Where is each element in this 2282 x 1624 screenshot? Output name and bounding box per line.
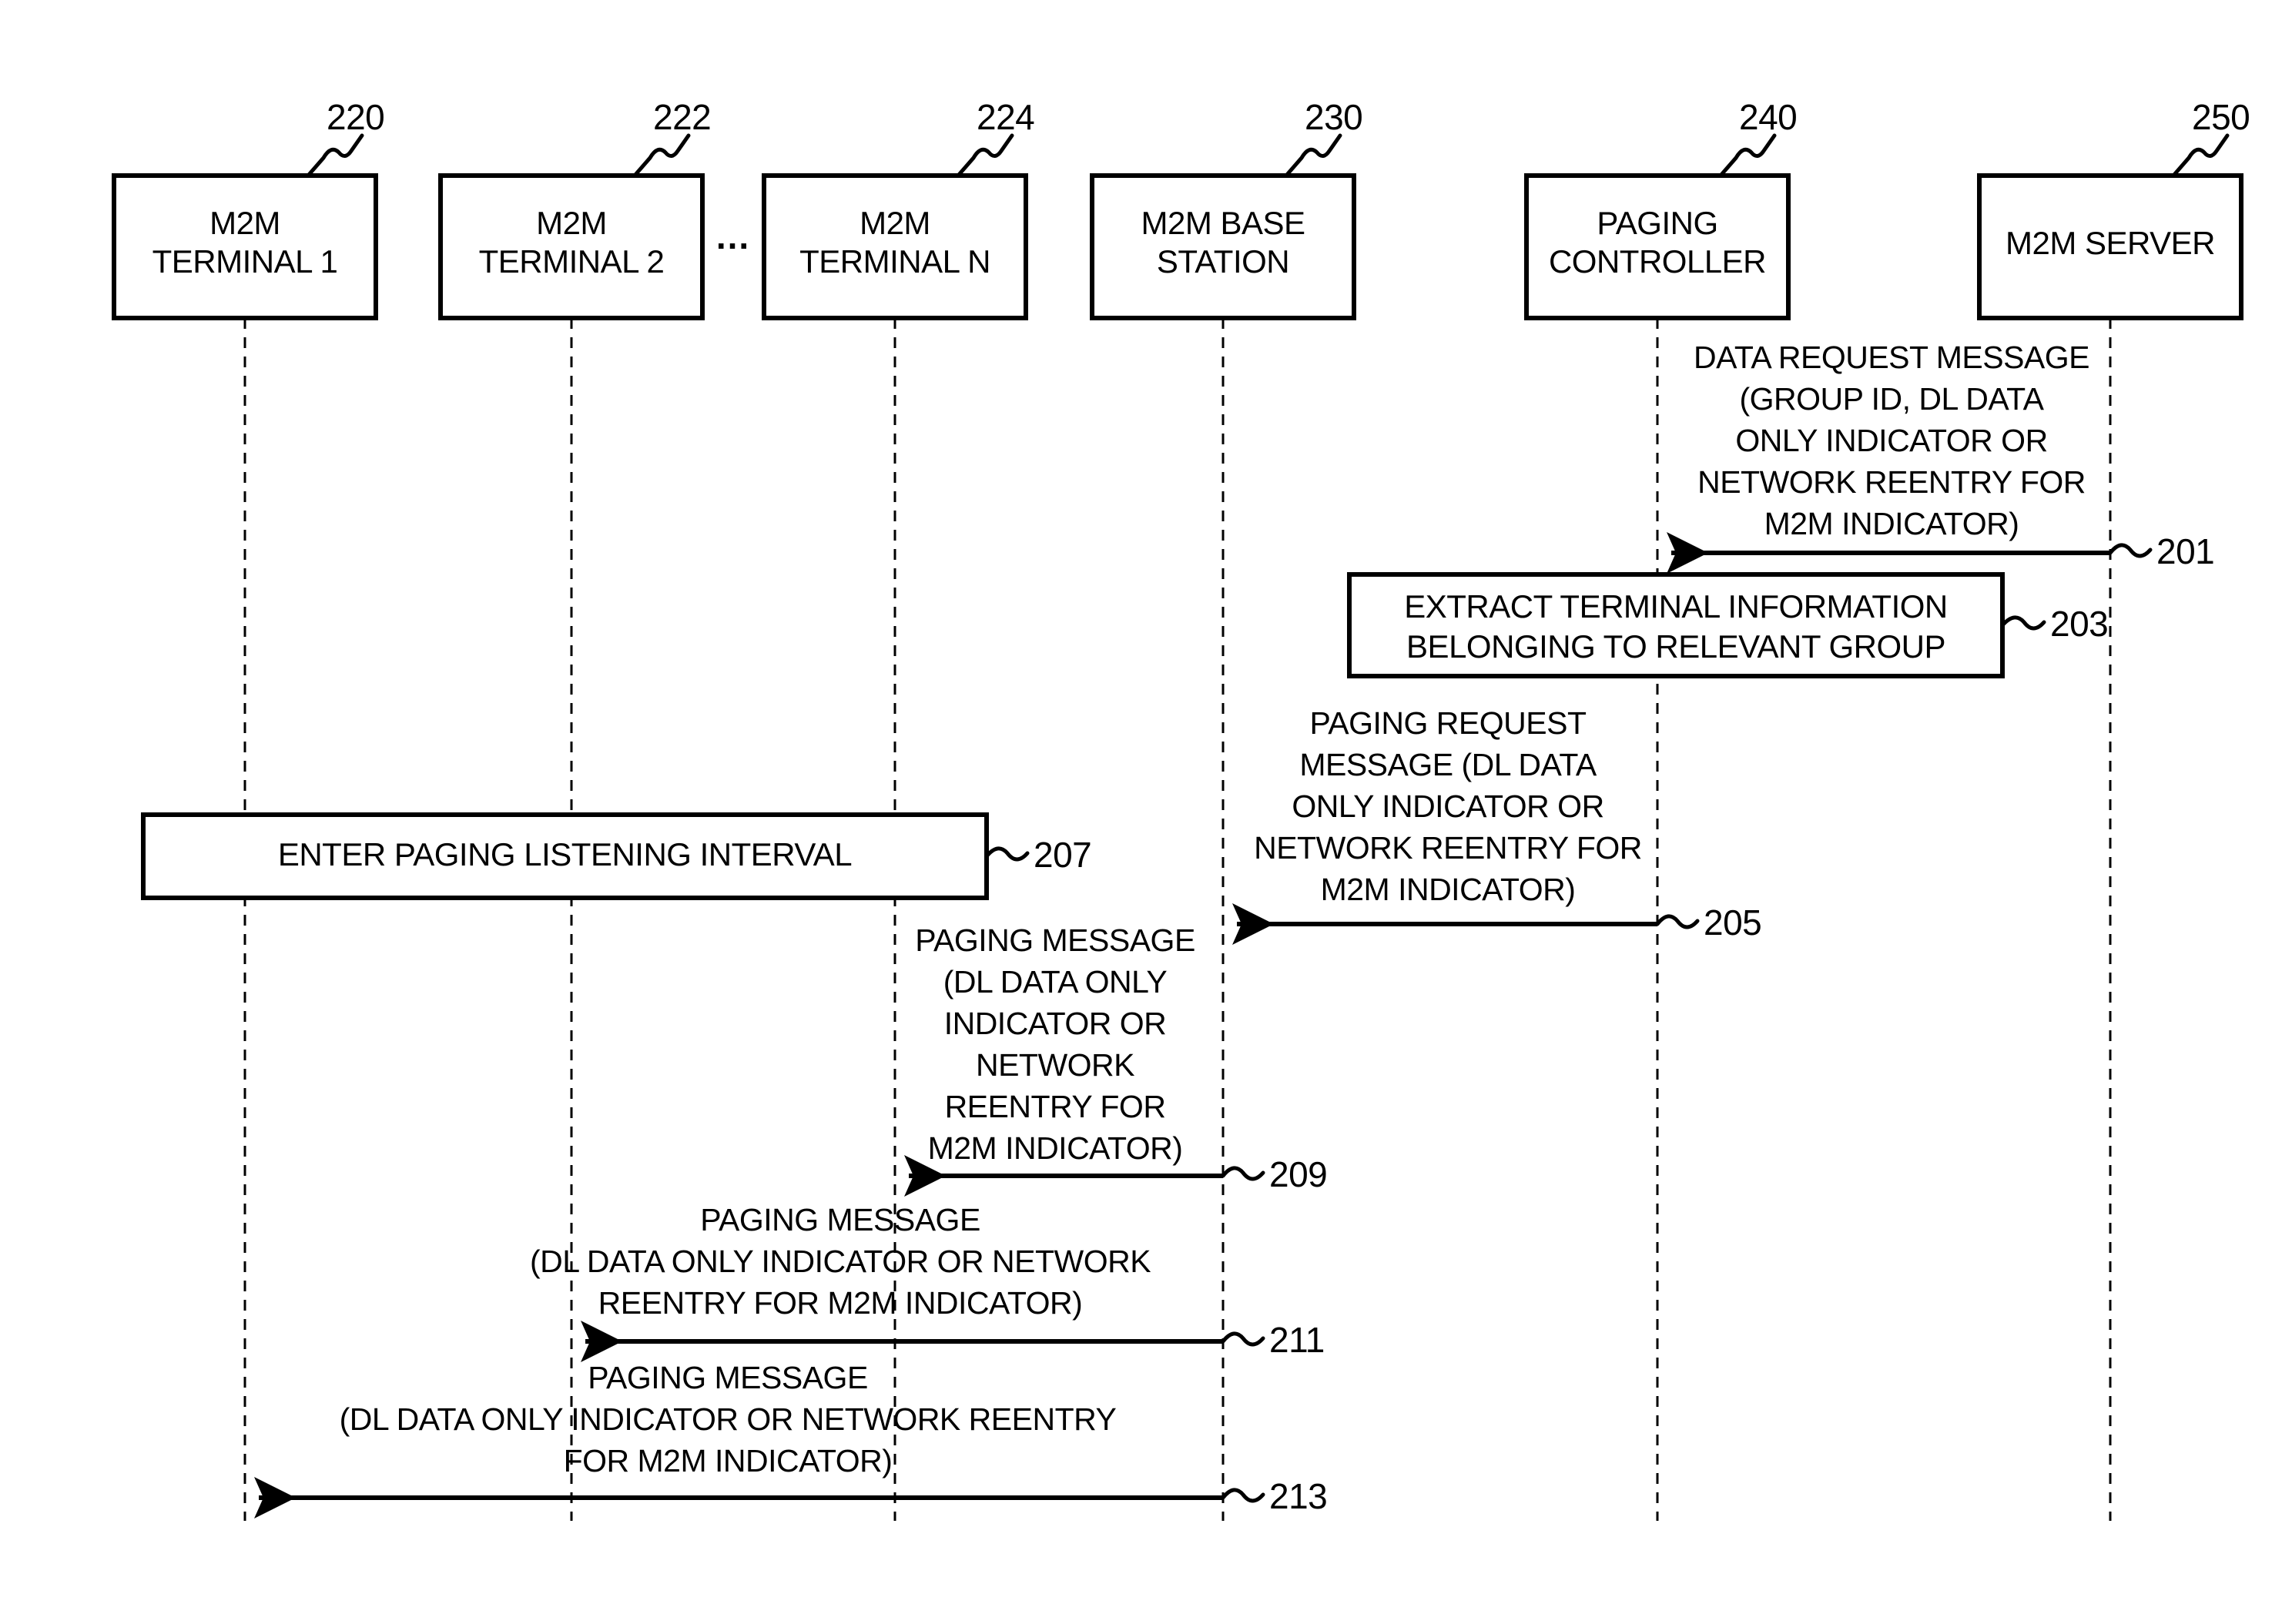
message-201-line2: (GROUP ID, DL DATA [1739, 381, 2044, 417]
node-label-terminal1-line1: M2M [209, 205, 280, 241]
ref-number-250: 250 [2192, 97, 2250, 137]
node-label-terminal2-line1: M2M [536, 205, 607, 241]
message-209-line3: INDICATOR OR [943, 1006, 1167, 1041]
leader-203 [2000, 615, 2046, 631]
message-209-line2: (DL DATA ONLY [943, 964, 1168, 1000]
node-label-base-station-line1: M2M BASE [1141, 205, 1305, 241]
message-205-line3: ONLY INDICATOR OR [1292, 789, 1604, 824]
message-209-line5: REENTRY FOR [944, 1089, 1166, 1124]
ref-number-211: 211 [1269, 1320, 1325, 1360]
leader-213 [1221, 1488, 1265, 1503]
ref-number-201: 201 [2156, 531, 2215, 571]
leader-220 [306, 133, 364, 178]
process-203-line1: EXTRACT TERMINAL INFORMATION [1404, 588, 1948, 624]
ref-number-203: 203 [2050, 604, 2109, 644]
message-209-line6: M2M INDICATOR) [927, 1130, 1183, 1166]
message-211-line1: PAGING MESSAGE [700, 1202, 980, 1237]
ref-number-224: 224 [977, 97, 1035, 137]
message-205-line1: PAGING REQUEST [1309, 705, 1587, 741]
leader-240 [1718, 133, 1777, 178]
node-label-paging-controller-line1: PAGING [1597, 205, 1718, 241]
leader-250 [2171, 133, 2230, 178]
ref-number-205: 205 [1704, 902, 1762, 943]
message-209-line4: NETWORK [975, 1047, 1135, 1083]
leader-207 [984, 846, 1030, 862]
ref-number-209: 209 [1269, 1154, 1328, 1194]
process-203-line2: BELONGING TO RELEVANT GROUP [1406, 628, 1945, 665]
node-label-terminalN-line1: M2M [860, 205, 930, 241]
node-label-base-station-line2: STATION [1156, 243, 1290, 280]
message-205-line2: MESSAGE (DL DATA [1299, 747, 1597, 782]
message-211-line3: REENTRY FOR M2M INDICATOR) [598, 1285, 1083, 1321]
message-213-line3: FOR M2M INDICATOR) [563, 1443, 893, 1478]
ref-number-213: 213 [1269, 1476, 1328, 1516]
node-label-terminal2-line2: TERMINAL 2 [478, 243, 665, 280]
leader-201 [2108, 543, 2153, 558]
node-label-m2m-server-line1: M2M SERVER [2006, 225, 2215, 261]
leader-205 [1655, 914, 1700, 929]
ref-number-220: 220 [327, 97, 385, 137]
node-leader-group [306, 133, 2230, 178]
leader-209 [1221, 1166, 1265, 1181]
ref-number-207: 207 [1034, 835, 1092, 875]
leader-222 [632, 133, 691, 178]
ellipsis-between-terminals: ... [715, 216, 751, 256]
message-211-line2: (DL DATA ONLY INDICATOR OR NETWORK [529, 1244, 1151, 1279]
leader-230 [1284, 133, 1342, 178]
figure-canvas: 220 222 224 230 240 250 M2M TERMINAL 1 M… [0, 0, 2282, 1624]
ref-number-240: 240 [1739, 97, 1798, 137]
message-201-line5: M2M INDICATOR) [1764, 506, 2019, 541]
ref-number-230: 230 [1305, 97, 1363, 137]
message-213-line1: PAGING MESSAGE [588, 1360, 868, 1395]
node-label-paging-controller-line2: CONTROLLER [1548, 243, 1767, 280]
message-205-line4: NETWORK REENTRY FOR [1254, 830, 1642, 866]
node-label-terminalN-line2: TERMINAL N [799, 243, 990, 280]
message-213-line2: (DL DATA ONLY INDICATOR OR NETWORK REENT… [339, 1401, 1117, 1437]
message-209-line1: PAGING MESSAGE [915, 922, 1195, 958]
message-201-line1: DATA REQUEST MESSAGE [1693, 340, 2090, 375]
node-label-terminal1-line2: TERMINAL 1 [152, 243, 338, 280]
message-201-line3: ONLY INDICATOR OR [1735, 423, 2048, 458]
leader-224 [956, 133, 1014, 178]
message-201-line4: NETWORK REENTRY FOR [1697, 464, 2086, 500]
message-205-line5: M2M INDICATOR) [1320, 872, 1576, 907]
process-207-line1: ENTER PAGING LISTENING INTERVAL [277, 836, 853, 872]
ref-number-222: 222 [653, 97, 712, 137]
leader-211 [1221, 1331, 1265, 1347]
